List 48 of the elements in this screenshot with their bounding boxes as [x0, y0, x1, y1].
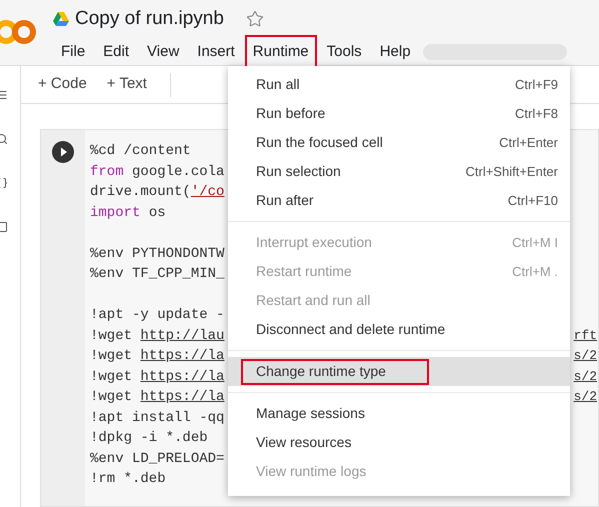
- menu-bar-item[interactable]: Tools: [318, 35, 370, 69]
- toolbar-button[interactable]: + Text: [104, 73, 150, 96]
- shortcut-label: Ctrl+F9: [515, 76, 558, 94]
- menu-bar-item[interactable]: Help: [372, 35, 419, 69]
- shortcut-label: Ctrl+F10: [508, 192, 558, 210]
- code-line: !wget http://lau: [90, 326, 224, 346]
- code-line: !wget https://la: [90, 368, 224, 386]
- menu-bar-item[interactable]: Insert: [189, 35, 243, 69]
- code-line: s/2: [574, 347, 597, 365]
- code-line: !wget https://la: [90, 347, 224, 366]
- code-line: %env PYTHONDONTW: [90, 244, 224, 264]
- menu-item[interactable]: View resources: [228, 428, 570, 457]
- code-line: from google.cola: [90, 162, 224, 182]
- toolbar-button[interactable]: + Code: [35, 73, 90, 96]
- play-icon[interactable]: [52, 141, 74, 163]
- code-line: !rm *.deb: [90, 470, 166, 489]
- code-line: %env TF_CPP_MIN_: [90, 265, 224, 284]
- shortcut-label: Ctrl+M I: [512, 234, 558, 252]
- code-line: s/2: [574, 368, 597, 386]
- menu-item[interactable]: Disconnect and delete runtime: [228, 315, 570, 344]
- shortcut-label: Ctrl+Enter: [499, 134, 558, 152]
- code-line: s/2: [574, 388, 597, 406]
- shortcut-label: Ctrl+M .: [512, 262, 558, 281]
- code-line: !apt -y update -: [90, 306, 224, 325]
- menu-item[interactable]: Run after Ctrl+F10: [228, 186, 570, 215]
- menu-bar-item[interactable]: Edit: [95, 35, 138, 69]
- menu-item[interactable]: Change runtime type: [228, 357, 570, 386]
- notebook-title[interactable]: Copy of run.ipynb: [75, 4, 224, 34]
- code-line: %cd /content: [90, 142, 191, 161]
- menu-item[interactable]: Run all Ctrl+F9: [228, 70, 570, 99]
- code-line: !apt install -qq: [90, 408, 224, 428]
- menu-item[interactable]: Run selection Ctrl+Shift+Enter: [228, 157, 570, 186]
- shortcut-label: Ctrl+F8: [515, 104, 558, 123]
- menu-item[interactable]: Run the focused cell Ctrl+Enter: [228, 128, 570, 157]
- star-icon[interactable]: [246, 10, 264, 28]
- menu-item[interactable]: Manage sessions: [228, 399, 570, 428]
- shortcut-label: Ctrl+Shift+Enter: [466, 162, 558, 181]
- code-line: !dpkg -i *.deb: [90, 429, 208, 448]
- code-line: drive.mount('/co: [90, 183, 224, 202]
- menu-bar-item[interactable]: Runtime: [244, 35, 317, 69]
- code-line: import os: [90, 204, 166, 222]
- code-line: %env LD_PRELOAD=: [90, 450, 224, 468]
- code-line: rft: [574, 326, 597, 344]
- drive-icon: [53, 12, 69, 26]
- menu-item[interactable]: Run before Ctrl+F8: [228, 99, 570, 128]
- menu-bar-item[interactable]: View: [139, 35, 188, 69]
- code-line: !wget https://la: [90, 388, 224, 407]
- menu-bar-item[interactable]: File: [53, 35, 94, 69]
